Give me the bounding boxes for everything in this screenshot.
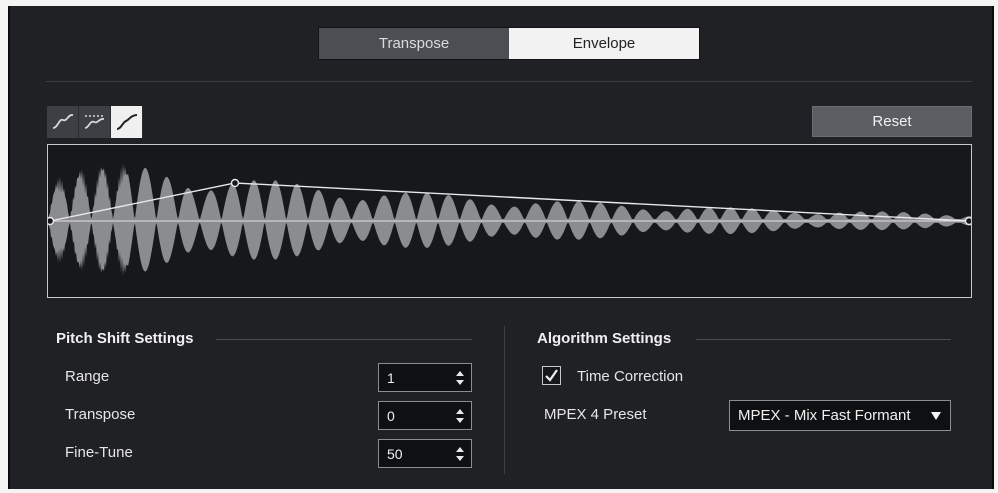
pitch-shift-title: Pitch Shift Settings bbox=[56, 330, 194, 347]
damped-curve-button[interactable] bbox=[79, 106, 111, 138]
damped-curve-icon bbox=[84, 115, 104, 129]
dropdown-triangle-icon bbox=[931, 411, 941, 420]
algorithm-title: Algorithm Settings bbox=[537, 330, 672, 347]
stepper-arrows-icon[interactable] bbox=[449, 408, 471, 424]
time-correction-label[interactable]: Time Correction bbox=[577, 368, 683, 385]
tab-transpose[interactable]: Transpose bbox=[319, 28, 509, 59]
algorithm-title-line bbox=[696, 339, 951, 340]
range-value: 1 bbox=[387, 369, 395, 386]
envelope-node[interactable] bbox=[48, 216, 55, 226]
fine-tune-label: Fine-Tune bbox=[65, 444, 133, 461]
envelope-editor[interactable] bbox=[47, 144, 972, 298]
reset-button[interactable]: Reset bbox=[812, 106, 972, 137]
mpex-preset-value: MPEX - Mix Fast Formant bbox=[738, 407, 911, 424]
linear-curve-icon bbox=[116, 114, 137, 130]
transpose-stepper[interactable]: 0 bbox=[378, 401, 472, 430]
envelope-node[interactable] bbox=[230, 178, 240, 188]
spline-curve-button[interactable] bbox=[47, 106, 79, 138]
tab-envelope[interactable]: Envelope bbox=[509, 28, 699, 59]
mpex-preset-label: MPEX 4 Preset bbox=[544, 406, 647, 423]
checkmark-icon bbox=[545, 369, 558, 382]
transpose-label: Transpose bbox=[65, 406, 136, 423]
envelope-node[interactable] bbox=[964, 216, 972, 226]
fine-tune-value: 50 bbox=[387, 445, 403, 462]
waveform-shape bbox=[48, 163, 971, 276]
section-separator bbox=[504, 326, 505, 474]
stepper-arrows-icon[interactable] bbox=[449, 370, 471, 386]
range-stepper[interactable]: 1 bbox=[378, 363, 472, 392]
transpose-value: 0 bbox=[387, 407, 395, 424]
plugin-window: Transpose Envelope Reset Pitch Shift Set… bbox=[0, 0, 998, 493]
curve-shape-selector bbox=[47, 106, 143, 138]
range-label: Range bbox=[65, 368, 110, 385]
mpex-preset-select[interactable]: MPEX - Mix Fast Formant bbox=[729, 400, 951, 431]
pitch-shift-title-line bbox=[216, 339, 472, 340]
header-divider bbox=[46, 81, 972, 82]
tab-bar: Transpose Envelope bbox=[318, 27, 700, 60]
linear-curve-button[interactable] bbox=[111, 106, 143, 138]
waveform-display bbox=[48, 163, 972, 276]
time-correction-checkbox[interactable] bbox=[542, 366, 561, 385]
spline-curve-icon bbox=[52, 114, 73, 129]
fine-tune-stepper[interactable]: 50 bbox=[378, 439, 472, 468]
pitch-shift-panel: Transpose Envelope Reset Pitch Shift Set… bbox=[8, 6, 994, 489]
stepper-arrows-icon[interactable] bbox=[449, 446, 471, 462]
